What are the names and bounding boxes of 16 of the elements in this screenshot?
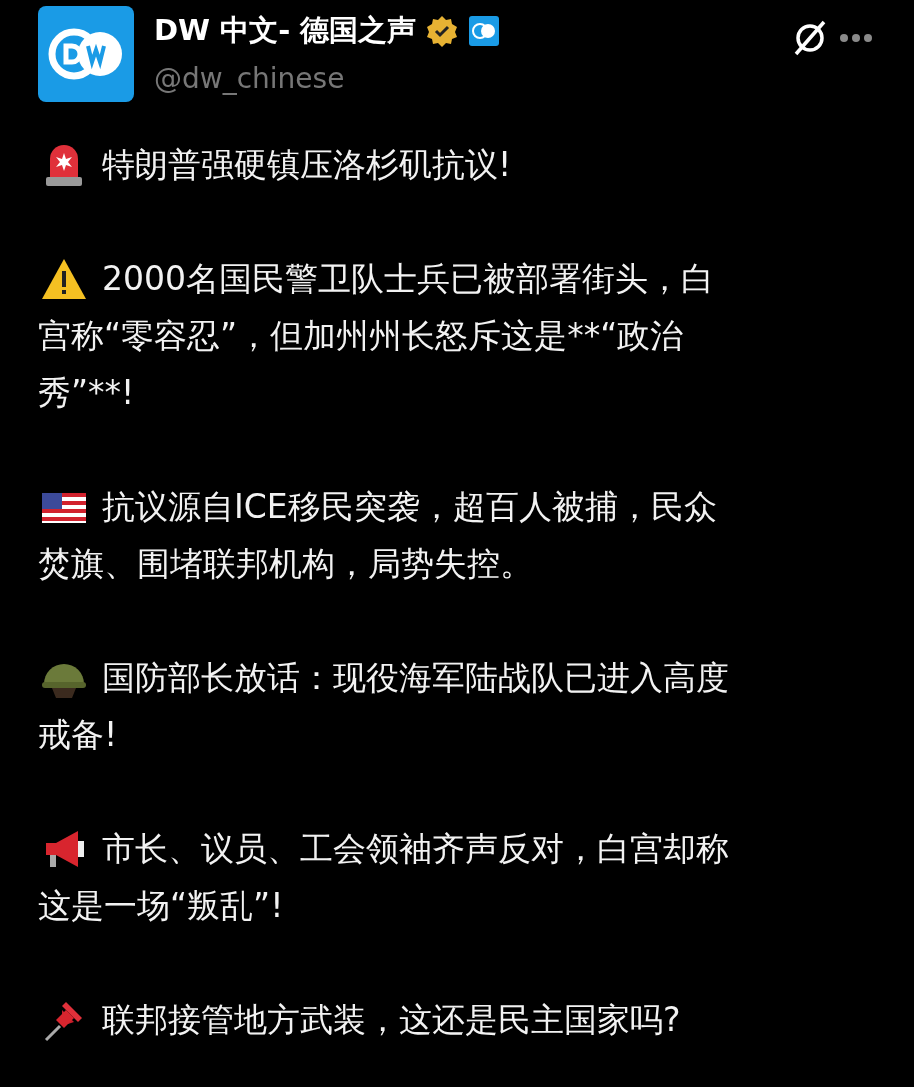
post-text-line: 2000名国民警卫队士兵已被部署街头，白 — [102, 258, 714, 300]
post-text-line: 特朗普强硬镇压洛杉矶抗议! — [102, 144, 512, 186]
post-text-line: 秀”**! — [38, 372, 135, 414]
avatar-logo[interactable] — [38, 6, 134, 102]
post-text-line: 国防部长放话：现役海军陆战队已进入高度 — [102, 657, 729, 699]
more-icon[interactable] — [838, 32, 874, 44]
post-text-line: 这是一场“叛乱”! — [38, 885, 284, 927]
logo-icon — [468, 15, 501, 47]
post-text-line: 抗议源自ICE移民突袭，超百人被捕，民众 — [102, 486, 717, 528]
post-text-line: 戒备! — [38, 714, 118, 756]
account-handle[interactable]: @dw_chinese — [154, 62, 501, 95]
post-text-line: 宫称“零容忍”，但加州州长怒斥这是**“政治 — [38, 315, 684, 357]
post-text-line: 联邦接管地方武装，这还是民主国家吗? — [102, 999, 681, 1041]
post-text-line: 焚旗、围堵联邦机构，局势失控。 — [38, 543, 533, 585]
account-name[interactable]: DW 中文- 德国之声 — [154, 11, 417, 51]
post-text-line: 市长、议员、工会领袖齐声反对，白宫却称 — [102, 828, 729, 870]
